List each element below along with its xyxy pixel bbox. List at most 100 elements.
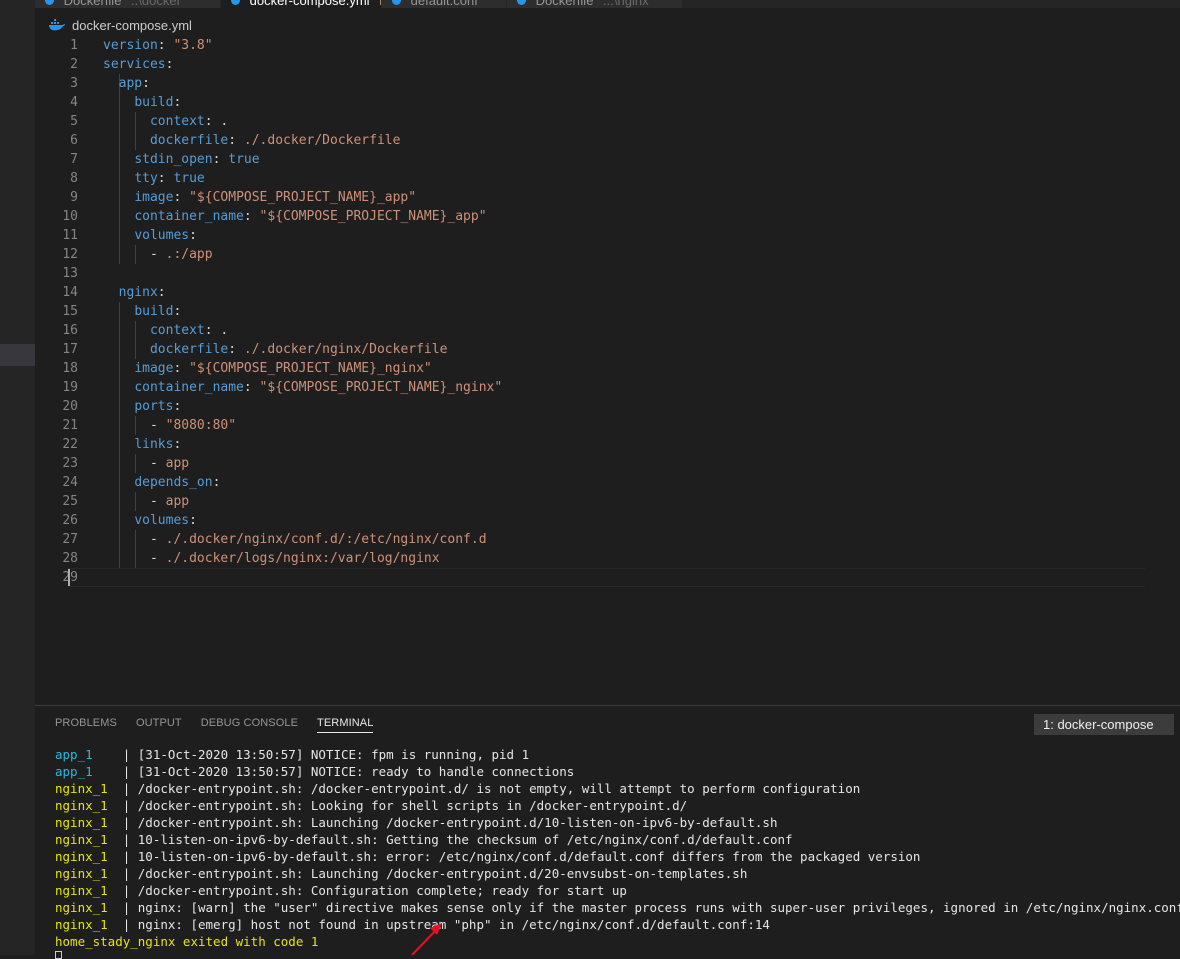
code-token: ./.docker/nginx/conf.d/:/etc/nginx/conf.… — [165, 532, 487, 547]
line-code: links: — [103, 435, 181, 454]
sidebar-selected-item[interactable] — [0, 344, 35, 366]
code-line: 17 dockerfile: ./.docker/nginx/Dockerfil… — [35, 340, 1180, 359]
code-token: - — [103, 247, 166, 262]
line-code: dockerfile: ./.docker/nginx/Dockerfile — [103, 340, 447, 359]
docker-whale-icon — [49, 19, 65, 31]
line-number: 12 — [62, 247, 78, 262]
line-code: - app — [103, 454, 189, 473]
line-number: 14 — [62, 285, 78, 300]
code-token: : — [173, 437, 182, 452]
red-arrow-icon — [411, 923, 442, 955]
tab-docker-compose[interactable]: docker-compose.yml M — [221, 0, 381, 8]
terminal-line: nginx_1 | /docker-entrypoint.sh: Looking… — [55, 797, 687, 814]
code-token: container_name — [134, 209, 244, 224]
line-number: 10 — [62, 209, 78, 224]
code-token: "${COMPOSE_PROJECT_NAME}_nginx" — [259, 380, 503, 395]
code-token: : — [228, 133, 244, 148]
code-token: ./.docker/logs/nginx:/var/log/nginx — [165, 551, 440, 566]
line-number: 24 — [62, 475, 78, 490]
terminal-text: | [31-Oct-2020 13:50:57] NOTICE: fpm is … — [122, 747, 530, 762]
code-token: : . — [204, 114, 229, 129]
line-code: app: — [103, 74, 150, 93]
terminal-select[interactable]: 1: docker-compose — [1034, 714, 1174, 735]
tab-hint: ...\nginx — [603, 0, 649, 8]
code-token: build — [134, 95, 174, 110]
code-token: build — [134, 304, 174, 319]
terminal-line: nginx_1 | 10-listen-on-ipv6-by-default.s… — [55, 831, 793, 848]
line-code: nginx: — [103, 283, 166, 302]
code-token: "${COMPOSE_PROJECT_NAME}_app" — [189, 190, 417, 205]
tab-label: docker-compose.yml — [249, 0, 370, 8]
code-line: 21 - "8080:80" — [35, 416, 1180, 435]
breadcrumb[interactable]: docker-compose.yml — [48, 14, 192, 36]
tab-dockerfile-docker[interactable]: Dockerfile ..\docker — [35, 0, 220, 8]
terminal-text: | /docker-entrypoint.sh: Launching /dock… — [122, 866, 748, 881]
code-token: "${COMPOSE_PROJECT_NAME}_nginx" — [189, 361, 432, 376]
code-token: image — [134, 190, 174, 205]
line-code: dockerfile: ./.docker/Dockerfile — [103, 131, 400, 150]
code-line: 16 context: . — [35, 321, 1180, 340]
code-token: app — [165, 494, 190, 509]
terminal-text: | /docker-entrypoint.sh: Configuration c… — [122, 883, 627, 898]
tab-default-conf[interactable]: default.conf — [382, 0, 506, 8]
code-token: : — [173, 399, 182, 414]
tab-output[interactable]: OUTPUT — [136, 717, 182, 733]
code-token: ./.docker/Dockerfile — [243, 133, 401, 148]
line-code: tty: true — [103, 169, 204, 188]
line-code: - ./.docker/nginx/conf.d/:/etc/nginx/con… — [103, 530, 487, 549]
code-token: dockerfile — [149, 342, 229, 357]
line-number: 17 — [62, 342, 78, 357]
line-number: 27 — [62, 532, 78, 547]
code-token: - — [103, 532, 166, 547]
code-token: : — [243, 209, 260, 224]
terminal-service-label: app_1 — [55, 764, 123, 779]
code-token: : — [173, 190, 190, 205]
code-token: image — [134, 361, 174, 376]
terminal-cursor — [55, 951, 62, 959]
settings-file-icon — [392, 0, 401, 5]
line-code: services: — [103, 55, 173, 74]
terminal-text: | nginx: [warn] the "user" directive mak… — [122, 900, 1180, 915]
code-line: 4 build: — [35, 93, 1180, 112]
tab-label: default.conf — [410, 0, 478, 8]
code-token: : — [189, 228, 197, 243]
line-code: image: "${COMPOSE_PROJECT_NAME}_app" — [103, 188, 416, 207]
code-token: : . — [204, 323, 229, 338]
tab-dockerfile-nginx[interactable]: Dockerfile ...\nginx — [507, 0, 682, 8]
line-number: 8 — [70, 171, 78, 186]
terminal-service-label: nginx_1 — [55, 866, 123, 881]
docker-whale-icon — [517, 0, 526, 5]
line-number: 13 — [62, 266, 78, 281]
code-token: depends_on — [134, 475, 213, 490]
line-number: 21 — [62, 418, 78, 433]
terminal-service-label: nginx_1 — [55, 917, 123, 932]
code-token: "3.8" — [173, 38, 213, 53]
code-token: context — [149, 323, 205, 338]
tab-debug-console[interactable]: DEBUG CONSOLE — [201, 717, 298, 733]
terminal-service-label: nginx_1 — [55, 815, 123, 830]
code-token: nginx — [118, 285, 158, 300]
tab-terminal[interactable]: TERMINAL — [317, 717, 374, 733]
code-token: : — [173, 95, 182, 110]
line-code: - app — [103, 492, 189, 511]
terminal-line: nginx_1 | /docker-entrypoint.sh: /docker… — [55, 780, 860, 797]
code-editor[interactable]: 1 version: "3.8" 2 services: 3 app: 4 build: 5… — [35, 36, 1180, 596]
code-token: - — [103, 494, 166, 509]
code-token: container_name — [134, 380, 244, 395]
line-number: 23 — [62, 456, 78, 471]
code-token: - — [103, 551, 166, 566]
tab-problems[interactable]: PROBLEMS — [55, 717, 117, 733]
line-number: 15 — [62, 304, 78, 319]
code-token: "8080:80" — [165, 418, 237, 433]
code-line: 12 - .:/app — [35, 245, 1180, 264]
